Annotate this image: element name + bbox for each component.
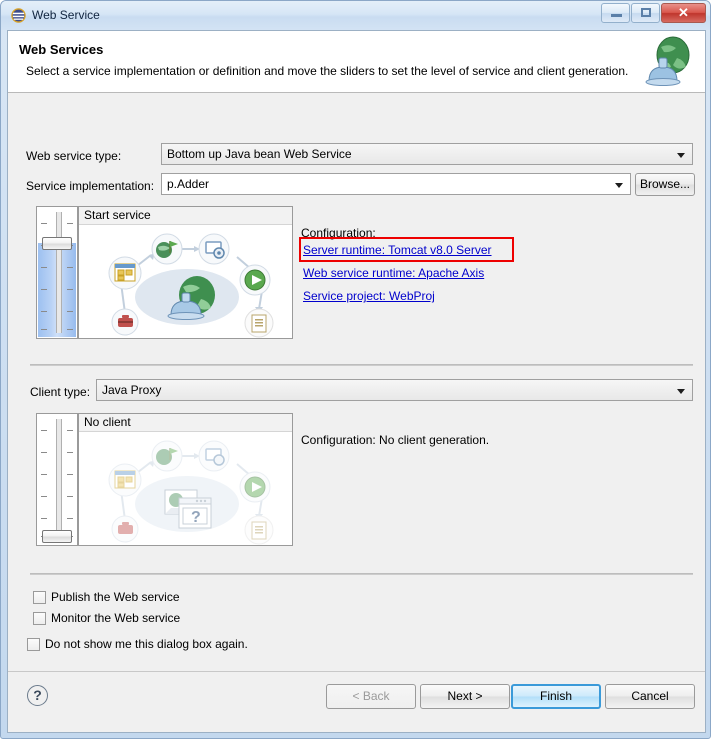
slider-tick: [41, 289, 47, 290]
client-slider-rail: [56, 419, 62, 540]
publish-web-service-label: Publish the Web service: [51, 590, 180, 604]
client-configuration-text: Configuration: No client generation.: [301, 433, 490, 447]
slider-tick: [67, 518, 73, 519]
service-slider-rail: [56, 212, 62, 333]
dialog-button-bar: ? < Back Next > Finish Cancel: [8, 671, 705, 732]
close-button[interactable]: ✕: [661, 3, 706, 23]
service-diagram-panel: Start service: [78, 206, 293, 339]
client-level-slider[interactable]: [36, 413, 78, 546]
chevron-down-icon: [677, 153, 685, 158]
link-service-project[interactable]: Service project: WebProj: [303, 289, 435, 303]
dialog-body: Web Services Select a service implementa…: [7, 30, 706, 733]
checkbox-box[interactable]: [27, 638, 40, 651]
maximize-button[interactable]: [631, 3, 660, 23]
cancel-button[interactable]: Cancel: [605, 684, 695, 709]
page-title: Web Services: [19, 42, 104, 57]
web-service-type-combo[interactable]: Bottom up Java bean Web Service: [161, 143, 693, 165]
slider-tick: [41, 496, 47, 497]
monitor-web-service-label: Monitor the Web service: [51, 611, 181, 625]
web-service-globe-icon: [645, 36, 690, 86]
web-service-type-value: Bottom up Java bean Web Service: [167, 147, 352, 161]
slider-tick: [67, 289, 73, 290]
chevron-down-icon: [677, 389, 685, 394]
service-implementation-combo[interactable]: p.Adder: [161, 173, 631, 195]
checkbox-box[interactable]: [33, 612, 46, 625]
back-button[interactable]: < Back: [326, 684, 416, 709]
slider-tick: [67, 267, 73, 268]
web-service-wizard-window: Web Service ✕ Web Services Select a serv…: [0, 0, 711, 739]
slider-tick: [67, 311, 73, 312]
help-icon[interactable]: ?: [27, 685, 48, 706]
client-type-combo[interactable]: Java Proxy: [96, 379, 693, 401]
slider-tick: [41, 267, 47, 268]
slider-tick: [67, 474, 73, 475]
slider-tick: [67, 430, 73, 431]
client-flow-diagram: ?: [108, 440, 274, 545]
service-stage-label: Start service: [79, 207, 292, 225]
title-bar: Web Service ✕: [1, 1, 710, 30]
service-implementation-label: Service implementation:: [26, 179, 155, 193]
service-level-slider[interactable]: [36, 206, 78, 339]
client-diagram-panel: No client ?: [78, 413, 293, 546]
finish-button[interactable]: Finish: [511, 684, 601, 709]
next-button[interactable]: Next >: [420, 684, 510, 709]
minimize-button[interactable]: [601, 3, 630, 23]
service-slider-thumb[interactable]: [42, 237, 72, 250]
link-web-service-runtime[interactable]: Web service runtime: Apache Axis: [303, 266, 484, 280]
eclipse-globe-icon: [11, 8, 26, 23]
slider-tick: [67, 452, 73, 453]
slider-tick: [41, 452, 47, 453]
link-server-runtime[interactable]: Server runtime: Tomcat v8.0 Server: [303, 243, 492, 257]
section-divider: [30, 364, 693, 366]
wizard-header: Web Services Select a service implementa…: [8, 31, 705, 93]
wizard-content: Web service type: Bottom up Java bean We…: [8, 93, 705, 671]
slider-tick: [41, 329, 47, 330]
slider-tick: [41, 518, 47, 519]
checkbox-box[interactable]: [33, 591, 46, 604]
page-description: Select a service implementation or defin…: [26, 64, 629, 78]
client-stage-label: No client: [79, 414, 292, 432]
slider-tick: [41, 474, 47, 475]
options-divider: [30, 573, 693, 575]
chevron-down-icon: [615, 183, 623, 188]
slider-tick: [67, 223, 73, 224]
window-controls: ✕: [601, 3, 706, 23]
svg-text:?: ?: [191, 509, 201, 526]
service-flow-diagram: [108, 233, 274, 338]
do-not-show-again-label: Do not show me this dialog box again.: [45, 637, 248, 651]
slider-tick: [67, 329, 73, 330]
client-type-value: Java Proxy: [102, 383, 162, 397]
slider-tick: [67, 496, 73, 497]
browse-button[interactable]: Browse...: [635, 173, 695, 196]
client-type-label: Client type:: [30, 385, 91, 399]
service-implementation-value: p.Adder: [167, 177, 210, 191]
slider-tick: [41, 311, 47, 312]
web-service-type-label: Web service type:: [26, 149, 122, 163]
slider-tick: [41, 223, 47, 224]
window-title: Web Service: [32, 8, 100, 22]
client-slider-thumb[interactable]: [42, 530, 72, 543]
slider-tick: [41, 430, 47, 431]
